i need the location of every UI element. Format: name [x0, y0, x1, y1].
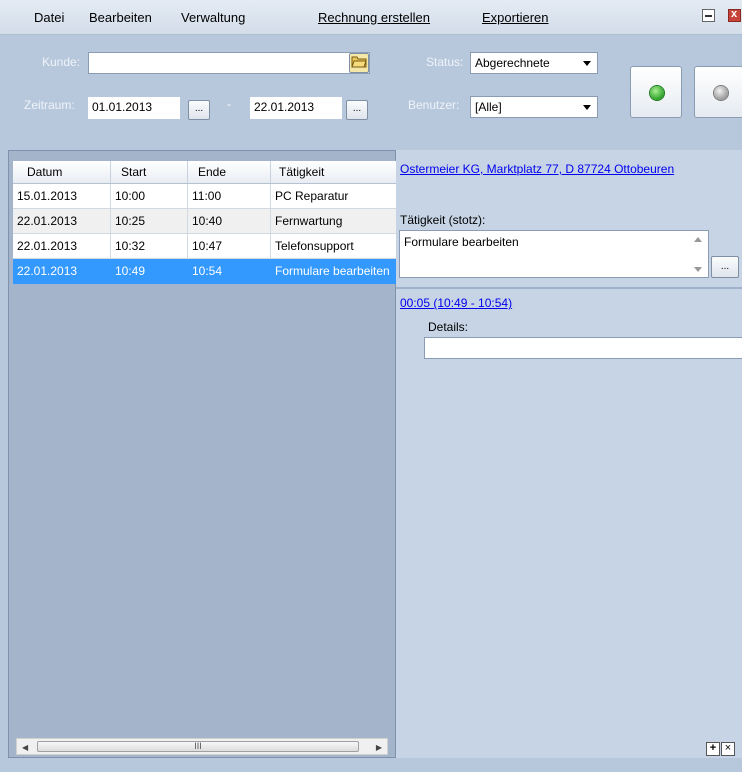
activity-more-button[interactable]: ... — [711, 256, 739, 278]
menu-bearbeiten[interactable]: Bearbeiten — [89, 10, 152, 25]
date-separator: - — [227, 97, 231, 111]
activity-textarea[interactable]: Formulare bearbeiten — [399, 230, 709, 278]
cell-start: 10:49 — [110, 258, 188, 284]
column-header-taetigkeit[interactable]: Tätigkeit — [270, 161, 404, 184]
activity-label: Tätigkeit (stotz): — [400, 213, 486, 227]
cell-ende: 10:47 — [187, 233, 271, 259]
kunde-input[interactable] — [88, 52, 370, 74]
remove-button[interactable]: × — [721, 742, 735, 756]
duration-link[interactable]: 00:05 (10:49 - 10:54) — [400, 296, 512, 310]
filter-panel: Kunde: Zeitraum: 01.01.2013 ... - 22.01.… — [0, 35, 742, 138]
benutzer-select[interactable]: [Alle] — [470, 96, 598, 118]
open-folder-icon[interactable] — [349, 53, 369, 73]
cell-ende: 10:40 — [187, 208, 271, 234]
column-header-start[interactable]: Start — [110, 161, 188, 184]
cell-ende: 11:00 — [187, 183, 271, 209]
date-to-picker-button[interactable]: ... — [346, 100, 368, 120]
table-header-row: Datum Start Ende Tätigkeit — [13, 161, 404, 184]
cell-ende: 10:54 — [187, 258, 271, 284]
benutzer-label: Benutzer: — [408, 98, 460, 112]
date-from-picker-button[interactable]: ... — [188, 100, 210, 120]
cell-taetigkeit: Fernwartung — [270, 208, 404, 234]
table-row-selected[interactable]: 22.01.2013 10:49 10:54 Formulare bearbei… — [13, 258, 404, 284]
cell-taetigkeit: Telefonsupport — [270, 233, 404, 259]
details-label: Details: — [428, 320, 469, 334]
status-select[interactable]: Abgerechnete — [470, 52, 598, 74]
start-button[interactable] — [630, 66, 682, 118]
divider — [396, 287, 742, 289]
horizontal-scrollbar[interactable]: ◀ III ▶ — [16, 738, 388, 755]
table-row[interactable]: 22.01.2013 10:25 10:40 Fernwartung — [13, 208, 404, 234]
start-icon — [650, 86, 664, 100]
cell-datum: 15.01.2013 — [13, 183, 111, 209]
status-label: Status: — [426, 55, 464, 69]
menu-rechnung-erstellen[interactable]: Rechnung erstellen — [318, 10, 430, 25]
cell-datum: 22.01.2013 — [13, 233, 111, 259]
scroll-right-icon[interactable]: ▶ — [376, 743, 382, 752]
benutzer-select-value: [Alle] — [475, 100, 502, 114]
add-button[interactable]: + — [706, 742, 720, 756]
scroll-thumb[interactable]: III — [37, 741, 359, 752]
scroll-down-icon[interactable] — [694, 267, 702, 272]
menu-verwaltung[interactable]: Verwaltung — [181, 10, 245, 25]
cell-taetigkeit: Formulare bearbeiten — [270, 258, 404, 284]
menu-exportieren[interactable]: Exportieren — [482, 10, 548, 25]
cell-start: 10:25 — [110, 208, 188, 234]
column-header-ende[interactable]: Ende — [187, 161, 271, 184]
kunde-label: Kunde: — [42, 55, 81, 69]
menu-bar: Datei Bearbeiten Verwaltung Rechnung ers… — [0, 0, 742, 35]
customer-link[interactable]: Ostermeier KG, Marktplatz 77, D 87724 Ot… — [400, 162, 674, 176]
chevron-down-icon — [583, 105, 591, 110]
chevron-down-icon — [583, 61, 591, 66]
minimize-icon[interactable] — [702, 9, 715, 22]
cell-datum: 22.01.2013 — [13, 208, 111, 234]
details-input[interactable] — [424, 337, 742, 359]
activity-scrollbar[interactable] — [690, 233, 707, 276]
menu-datei[interactable]: Datei — [34, 10, 64, 25]
entries-table: Datum Start Ende Tätigkeit 15.01.2013 10… — [13, 161, 404, 284]
scroll-up-icon[interactable] — [694, 237, 702, 242]
status-select-value: Abgerechnete — [475, 56, 550, 70]
date-to-input[interactable]: 22.01.2013 — [250, 97, 342, 119]
column-header-datum[interactable]: Datum — [13, 161, 111, 184]
table-row[interactable]: 22.01.2013 10:32 10:47 Telefonsupport — [13, 233, 404, 259]
close-icon[interactable] — [728, 8, 741, 22]
scroll-left-icon[interactable]: ◀ — [22, 743, 28, 752]
table-row[interactable]: 15.01.2013 10:00 11:00 PC Reparatur — [13, 183, 404, 209]
cell-start: 10:32 — [110, 233, 188, 259]
cell-datum: 22.01.2013 — [13, 258, 111, 284]
stop-icon — [714, 86, 728, 100]
cell-start: 10:00 — [110, 183, 188, 209]
stop-button[interactable] — [694, 66, 742, 118]
zeitraum-label: Zeitraum: — [24, 98, 75, 112]
cell-taetigkeit: PC Reparatur — [270, 183, 404, 209]
date-from-input[interactable]: 01.01.2013 — [88, 97, 180, 119]
